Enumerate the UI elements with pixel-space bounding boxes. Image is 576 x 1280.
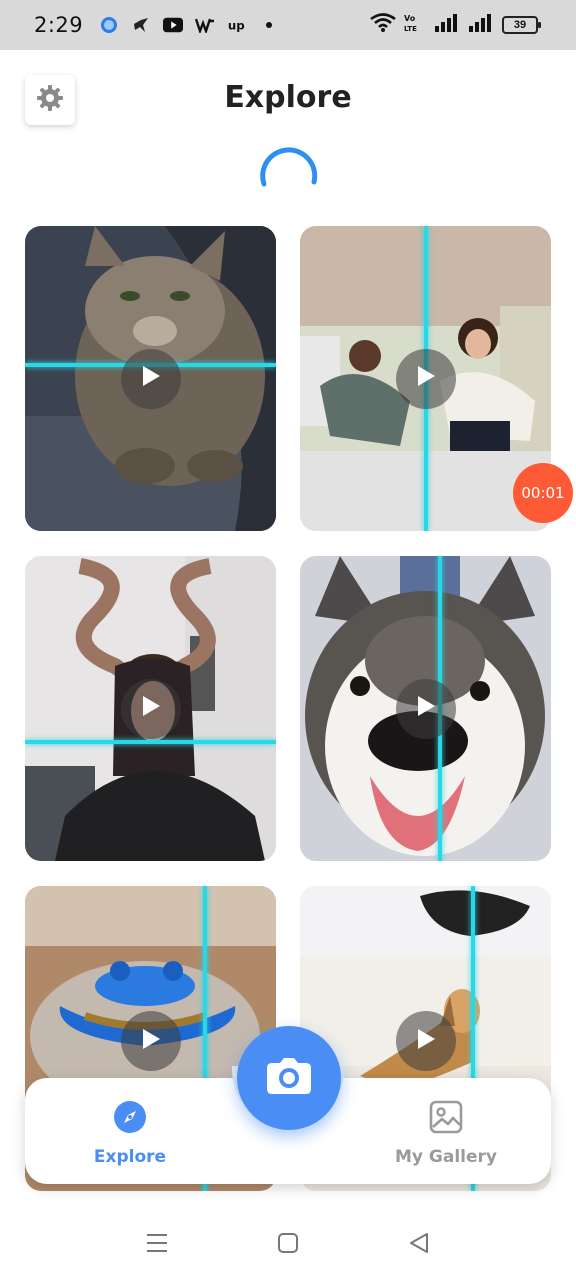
record-timer-badge[interactable]: 00:01 [513,463,573,523]
nav-explore-label: Explore [93,1147,167,1167]
youtube-icon [163,15,184,35]
camera-icon [266,1057,312,1100]
play-icon [140,364,162,393]
loading-spinner [256,146,320,210]
dot-icon [259,15,279,35]
signal-icon-2 [468,13,494,38]
play-button[interactable] [120,348,181,409]
up-icon: up [227,15,247,35]
nav-my-gallery[interactable]: My Gallery [366,1100,526,1167]
svg-text:up: up [228,19,245,33]
camera-button[interactable] [237,1026,341,1130]
play-icon [415,694,437,723]
status-bar: 2:29 up Vo LTE 39 [0,0,576,50]
home-icon[interactable] [278,1232,298,1258]
volte-icon: Vo LTE [404,13,426,38]
play-icon [140,694,162,723]
system-status: Vo LTE 39 [370,0,541,50]
nav-explore[interactable]: Explore [50,1100,210,1167]
compass-icon [113,1100,147,1139]
play-icon [140,1027,162,1056]
svg-text:LTE: LTE [404,25,417,33]
status-time: 2:29 [34,13,84,37]
video-card-cat[interactable] [25,226,276,531]
play-button[interactable] [395,678,456,739]
chat-icon [99,15,119,35]
battery-level: 39 [513,19,527,31]
page-title: Explore [224,80,352,115]
bird-icon [131,15,151,35]
back-icon[interactable] [408,1232,430,1259]
battery-icon: 39 [502,16,541,34]
play-icon [415,1027,437,1056]
play-button[interactable] [395,348,456,409]
wifi-icon [370,12,396,38]
system-nav-bar [0,1210,576,1280]
video-card-girl-horns[interactable] [25,556,276,861]
notification-icons: up [99,15,279,35]
play-button[interactable] [120,678,181,739]
gallery-icon [429,1100,463,1139]
play-icon [415,364,437,393]
app-icon [195,15,215,35]
scan-line [25,740,276,744]
svg-text:Vo: Vo [404,14,416,23]
video-card-husky[interactable] [300,556,551,861]
signal-icon-1 [434,13,460,38]
nav-my-gallery-label: My Gallery [395,1147,497,1167]
play-button[interactable] [120,1011,181,1071]
play-button[interactable] [395,1011,456,1071]
recents-icon[interactable] [146,1232,168,1259]
